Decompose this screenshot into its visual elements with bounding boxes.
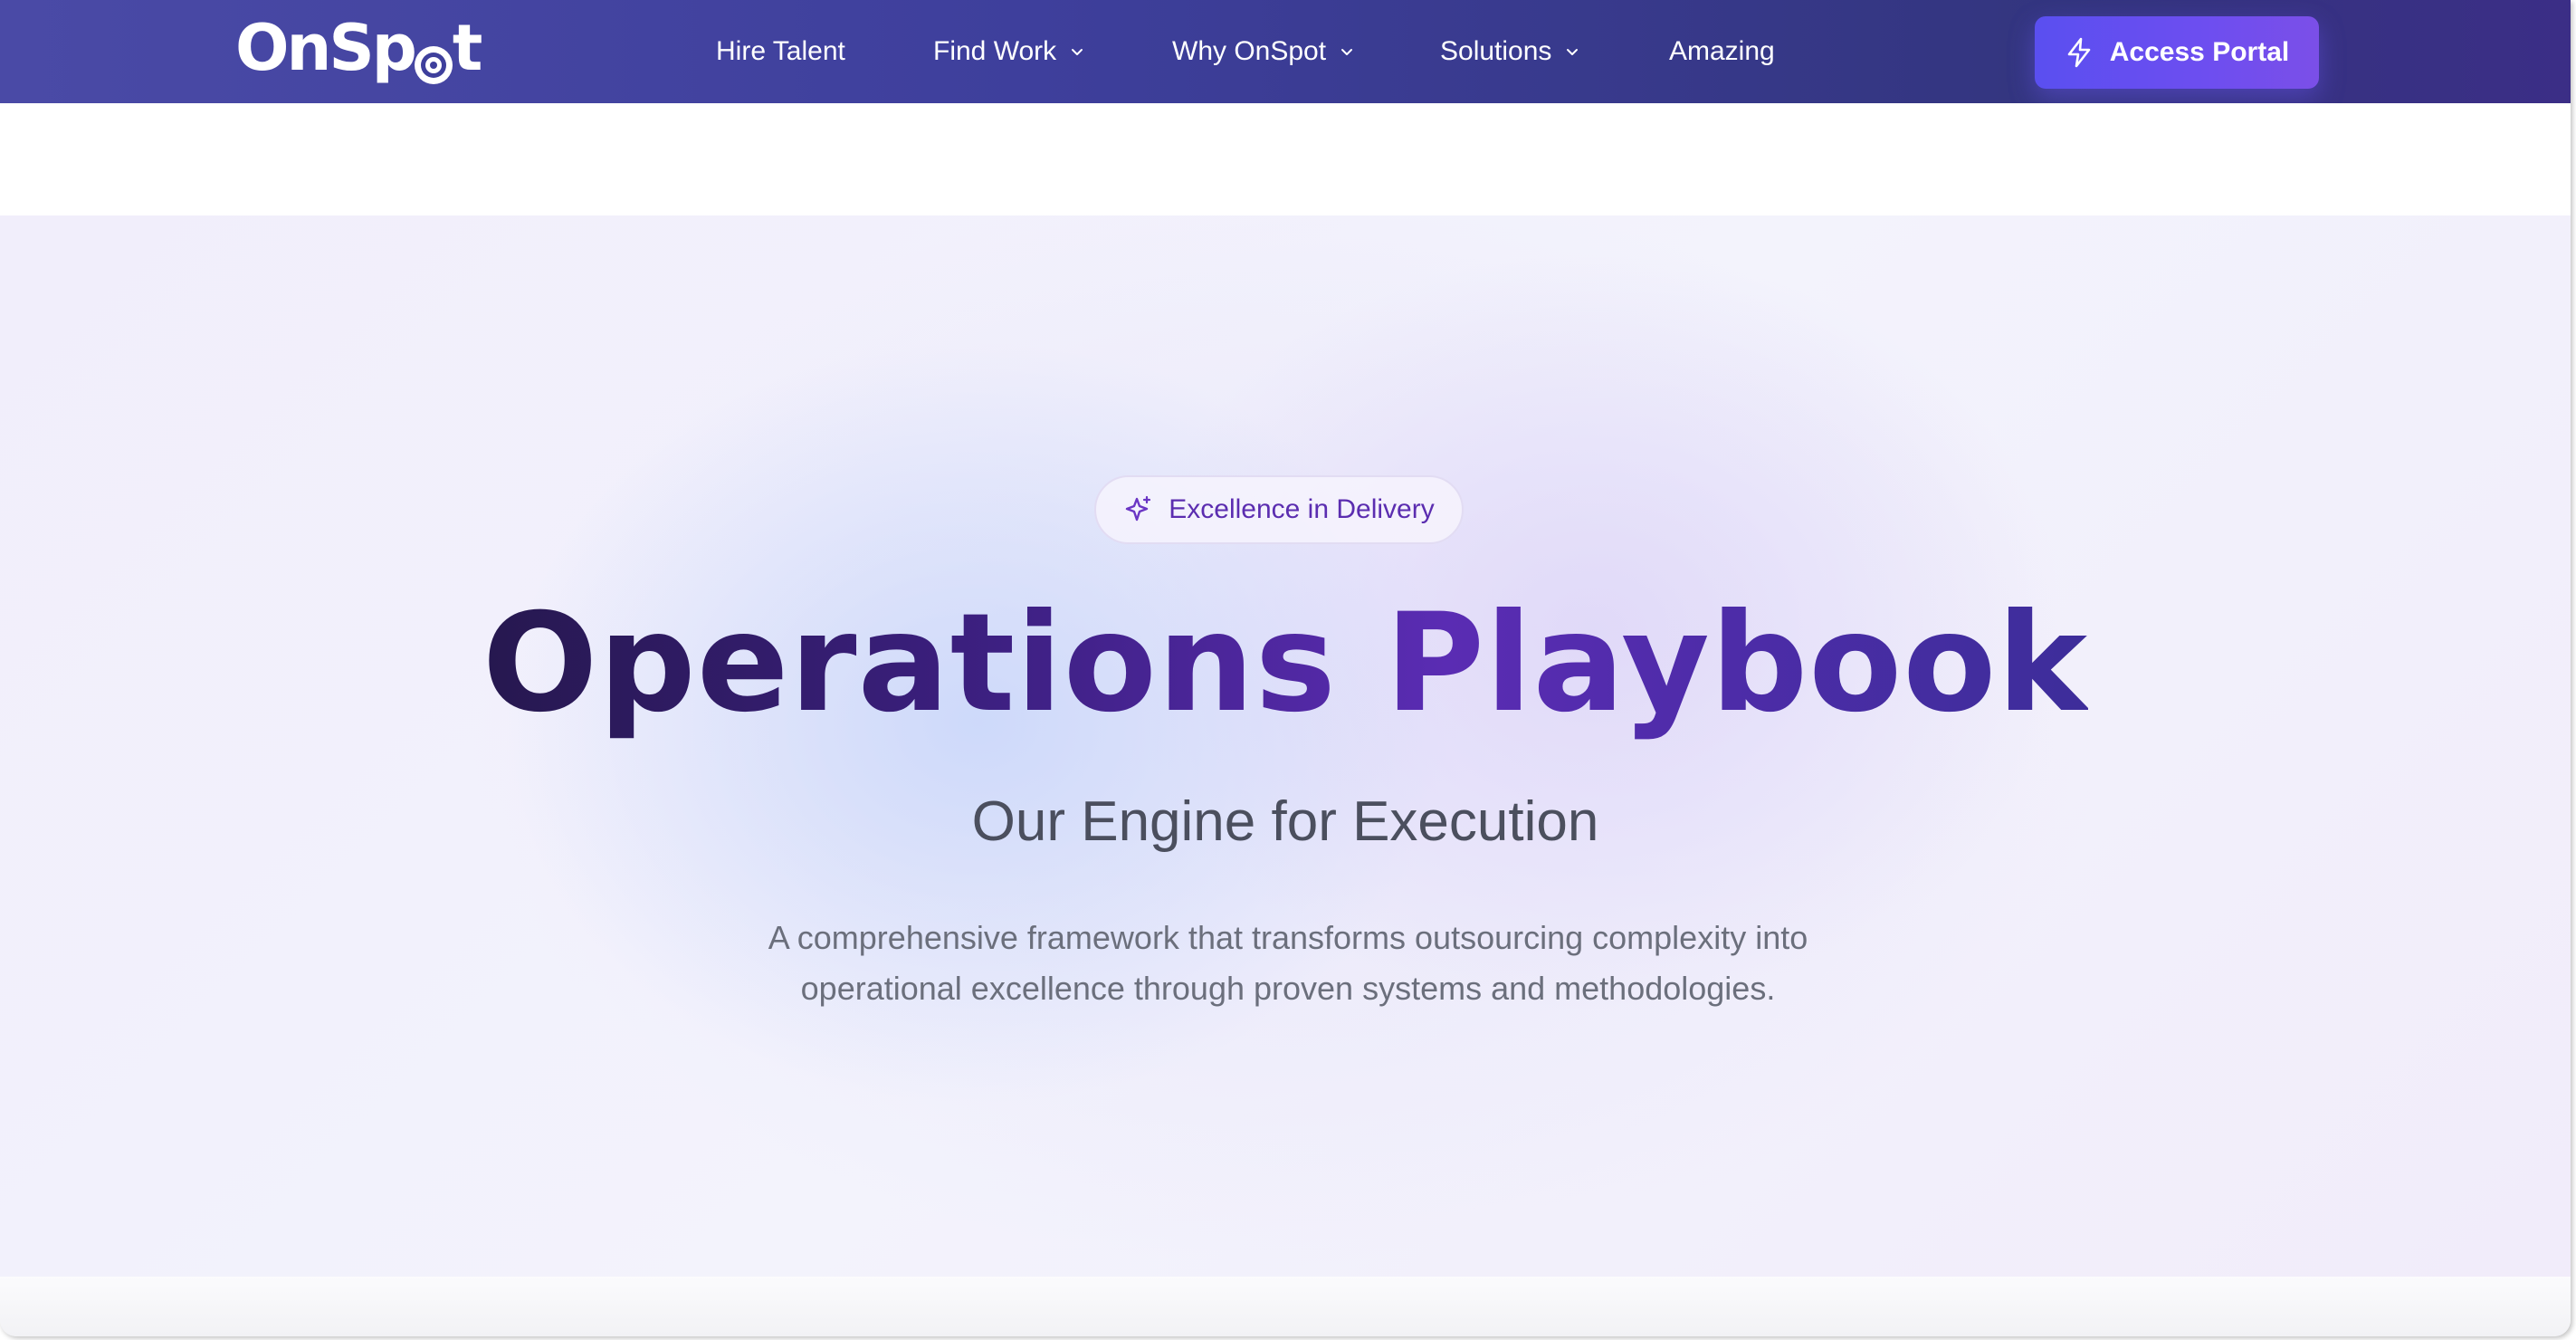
sparkle-icon [1126,495,1151,522]
chevron-down-icon [1567,49,1579,55]
target-icon [413,33,454,84]
nav-item-why-onspot[interactable]: Why OnSpot [1172,0,1355,103]
nav-item-amazing[interactable]: Amazing [1669,0,1775,103]
nav-item-label: Hire Talent [716,36,845,66]
access-portal-label: Access Portal [2109,37,2290,67]
lightning-icon [2067,37,2091,68]
page-title-text: Operations Playbook [482,585,2089,742]
excellence-badge: Excellence in Delivery [1094,475,1464,544]
page-subtitle: Our Engine for Execution [971,790,1599,853]
hero-section: Excellence in Delivery Operations Playbo… [0,215,2571,1277]
logo-text-left: OnSp [235,11,417,85]
nav-item-label: Find Work [933,36,1057,66]
logo-text-right: t [452,11,483,85]
hero-description: A comprehensive framework that transform… [688,913,1888,1014]
page-title: Operations Playbook [0,596,2571,732]
header-spacer [0,103,2571,215]
top-navbar: OnSp t Hire Talent Find Work Why OnSpot [0,0,2571,103]
onspot-logo[interactable]: OnSp t [235,11,483,85]
description-line-1: A comprehensive framework that transform… [768,919,1808,956]
next-section-edge [0,1277,2571,1336]
nav-item-label: Amazing [1669,36,1775,66]
nav-item-label: Why OnSpot [1172,36,1327,66]
nav-item-find-work[interactable]: Find Work [933,0,1085,103]
badge-label: Excellence in Delivery [1169,494,1435,524]
chevron-down-icon [1341,49,1353,55]
browser-window: OnSp t Hire Talent Find Work Why OnSpot [0,0,2571,1336]
nav-item-solutions[interactable]: Solutions [1440,0,1580,103]
access-portal-button[interactable]: Access Portal [2035,16,2319,89]
nav-item-label: Solutions [1440,36,1552,66]
chevron-down-icon [1072,49,1083,55]
description-line-2: operational excellence through proven sy… [800,970,1776,1007]
nav-item-hire-talent[interactable]: Hire Talent [716,0,845,103]
